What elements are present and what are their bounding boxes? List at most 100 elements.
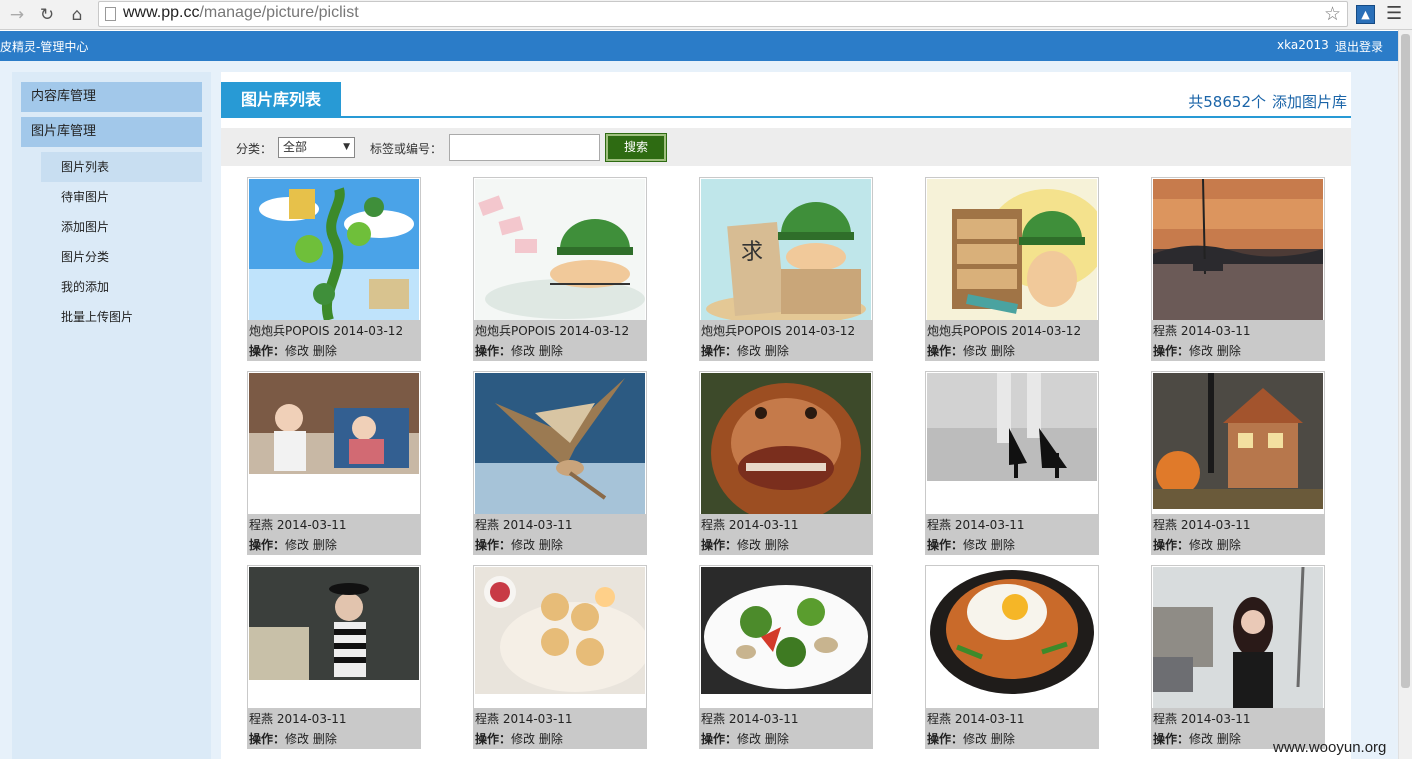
edit-link[interactable]: 修改 [737, 732, 761, 746]
delete-link[interactable]: 删除 [539, 344, 563, 358]
picture-thumbnail[interactable] [927, 179, 1097, 320]
picture-thumbnail[interactable] [475, 373, 645, 514]
delete-link[interactable]: 删除 [313, 732, 337, 746]
picture-card: 炮炮兵POPOIS 2014-03-12 操作：修改 删除 [925, 177, 1099, 361]
picture-caption: 程燕 2014-03-11 [1153, 712, 1251, 726]
edit-link[interactable]: 修改 [737, 538, 761, 552]
picture-thumbnail[interactable] [1153, 567, 1323, 708]
picture-operations: 操作：修改 删除 [927, 342, 1015, 359]
delete-link[interactable]: 删除 [1217, 344, 1241, 358]
picture-info: 炮炮兵POPOIS 2014-03-12 操作：修改 删除 [700, 320, 872, 360]
delete-link[interactable]: 删除 [991, 538, 1015, 552]
operations-label: 操作： [701, 538, 738, 552]
watermark: www.wooyun.org [1273, 739, 1387, 756]
operations-label: 操作： [701, 732, 738, 746]
sidebar-item-my-added[interactable]: 我的添加 [41, 272, 202, 302]
picture-operations: 操作：修改 删除 [249, 342, 337, 359]
picture-thumbnail[interactable] [701, 373, 871, 514]
edit-link[interactable]: 修改 [511, 538, 535, 552]
delete-link[interactable]: 删除 [539, 732, 563, 746]
picture-thumbnail[interactable] [475, 179, 645, 320]
picture-card: 程燕 2014-03-11 操作：修改 删除 [247, 371, 421, 555]
edit-link[interactable]: 修改 [285, 732, 309, 746]
picture-card: 程燕 2014-03-11 操作：修改 删除 [925, 371, 1099, 555]
edit-link[interactable]: 修改 [1189, 344, 1213, 358]
picture-operations: 操作：修改 删除 [701, 342, 789, 359]
edit-link[interactable]: 修改 [963, 732, 987, 746]
delete-link[interactable]: 删除 [313, 538, 337, 552]
delete-link[interactable]: 删除 [1217, 732, 1241, 746]
sidebar-item-categories[interactable]: 图片分类 [41, 242, 202, 272]
picture-info: 炮炮兵POPOIS 2014-03-12 操作：修改 删除 [248, 320, 420, 360]
delete-link[interactable]: 删除 [765, 538, 789, 552]
picture-operations: 操作：修改 删除 [1153, 536, 1241, 553]
search-button[interactable]: 搜索 [605, 133, 667, 162]
picture-thumbnail[interactable] [701, 567, 871, 708]
picture-info: 程燕 2014-03-11 操作：修改 删除 [474, 708, 646, 748]
picture-operations: 操作：修改 删除 [475, 730, 563, 747]
picture-thumbnail[interactable] [249, 373, 419, 514]
edit-link[interactable]: 修改 [963, 538, 987, 552]
picture-thumbnail[interactable]: 求 [701, 179, 871, 320]
extension-icon[interactable]: ▲ [1356, 5, 1375, 24]
picture-caption: 程燕 2014-03-11 [701, 518, 799, 532]
delete-link[interactable]: 删除 [765, 732, 789, 746]
picture-thumbnail[interactable] [475, 567, 645, 708]
edit-link[interactable]: 修改 [511, 344, 535, 358]
tag-search-input[interactable] [449, 134, 600, 161]
edit-link[interactable]: 修改 [511, 732, 535, 746]
sidebar-item-add-picture[interactable]: 添加图片 [41, 212, 202, 242]
bookmark-star-icon[interactable]: ☆ [1324, 3, 1341, 25]
reload-icon[interactable]: ↻ [36, 4, 58, 26]
picture-thumbnail[interactable] [1153, 373, 1323, 514]
forward-icon[interactable]: → [6, 4, 28, 26]
picture-caption: 程燕 2014-03-11 [475, 518, 573, 532]
picture-info: 程燕 2014-03-11 操作：修改 删除 [1152, 320, 1324, 360]
add-library-link[interactable]: 添加图片库 [1272, 93, 1347, 111]
picture-thumbnail[interactable] [1153, 179, 1323, 320]
picture-thumbnail[interactable] [249, 179, 419, 320]
sidebar-item-picture-list[interactable]: 图片列表 [41, 152, 202, 182]
tag-label: 标签或编号： [370, 142, 443, 156]
edit-link[interactable]: 修改 [963, 344, 987, 358]
logout-link[interactable]: 退出登录 [1335, 38, 1383, 55]
picture-caption: 炮炮兵POPOIS 2014-03-12 [927, 324, 1082, 338]
delete-link[interactable]: 删除 [1217, 538, 1241, 552]
picture-thumbnail[interactable] [249, 567, 419, 708]
delete-link[interactable]: 删除 [991, 732, 1015, 746]
sidebar-section-pictures[interactable]: 图片库管理 [21, 117, 202, 147]
username-link[interactable]: xka2013 [1277, 38, 1329, 52]
edit-link[interactable]: 修改 [285, 538, 309, 552]
edit-link[interactable]: 修改 [285, 344, 309, 358]
home-icon[interactable]: ⌂ [66, 4, 88, 26]
total-count: 共58652个 [1188, 93, 1266, 111]
picture-caption: 程燕 2014-03-11 [475, 712, 573, 726]
delete-link[interactable]: 删除 [539, 538, 563, 552]
picture-caption: 炮炮兵POPOIS 2014-03-12 [701, 324, 856, 338]
operations-label: 操作： [927, 344, 964, 358]
edit-link[interactable]: 修改 [737, 344, 761, 358]
edit-link[interactable]: 修改 [1189, 538, 1213, 552]
picture-caption: 程燕 2014-03-11 [701, 712, 799, 726]
operations-label: 操作： [927, 538, 964, 552]
delete-link[interactable]: 删除 [991, 344, 1015, 358]
sidebar-item-pending[interactable]: 待审图片 [41, 182, 202, 212]
title-underline [221, 116, 1351, 118]
delete-link[interactable]: 删除 [765, 344, 789, 358]
address-bar[interactable]: www.pp.cc/manage/picture/piclist ☆ [98, 1, 1348, 27]
delete-link[interactable]: 删除 [313, 344, 337, 358]
sidebar-section-content[interactable]: 内容库管理 [21, 82, 202, 112]
picture-info: 炮炮兵POPOIS 2014-03-12 操作：修改 删除 [926, 320, 1098, 360]
picture-card: 求炮炮兵POPOIS 2014-03-12 操作：修改 删除 [699, 177, 873, 361]
picture-thumbnail[interactable] [927, 567, 1097, 708]
menu-icon[interactable]: ☰ [1386, 3, 1402, 24]
picture-thumbnail[interactable] [927, 373, 1097, 514]
operations-label: 操作： [249, 344, 286, 358]
sidebar-item-batch-upload[interactable]: 批量上传图片 [41, 302, 202, 332]
scrollbar-thumb[interactable] [1401, 34, 1410, 688]
operations-label: 操作： [475, 344, 512, 358]
edit-link[interactable]: 修改 [1189, 732, 1213, 746]
picture-caption: 程燕 2014-03-11 [249, 518, 347, 532]
category-select[interactable]: 全部 ▼ [278, 137, 355, 158]
page-scrollbar[interactable] [1398, 30, 1412, 759]
